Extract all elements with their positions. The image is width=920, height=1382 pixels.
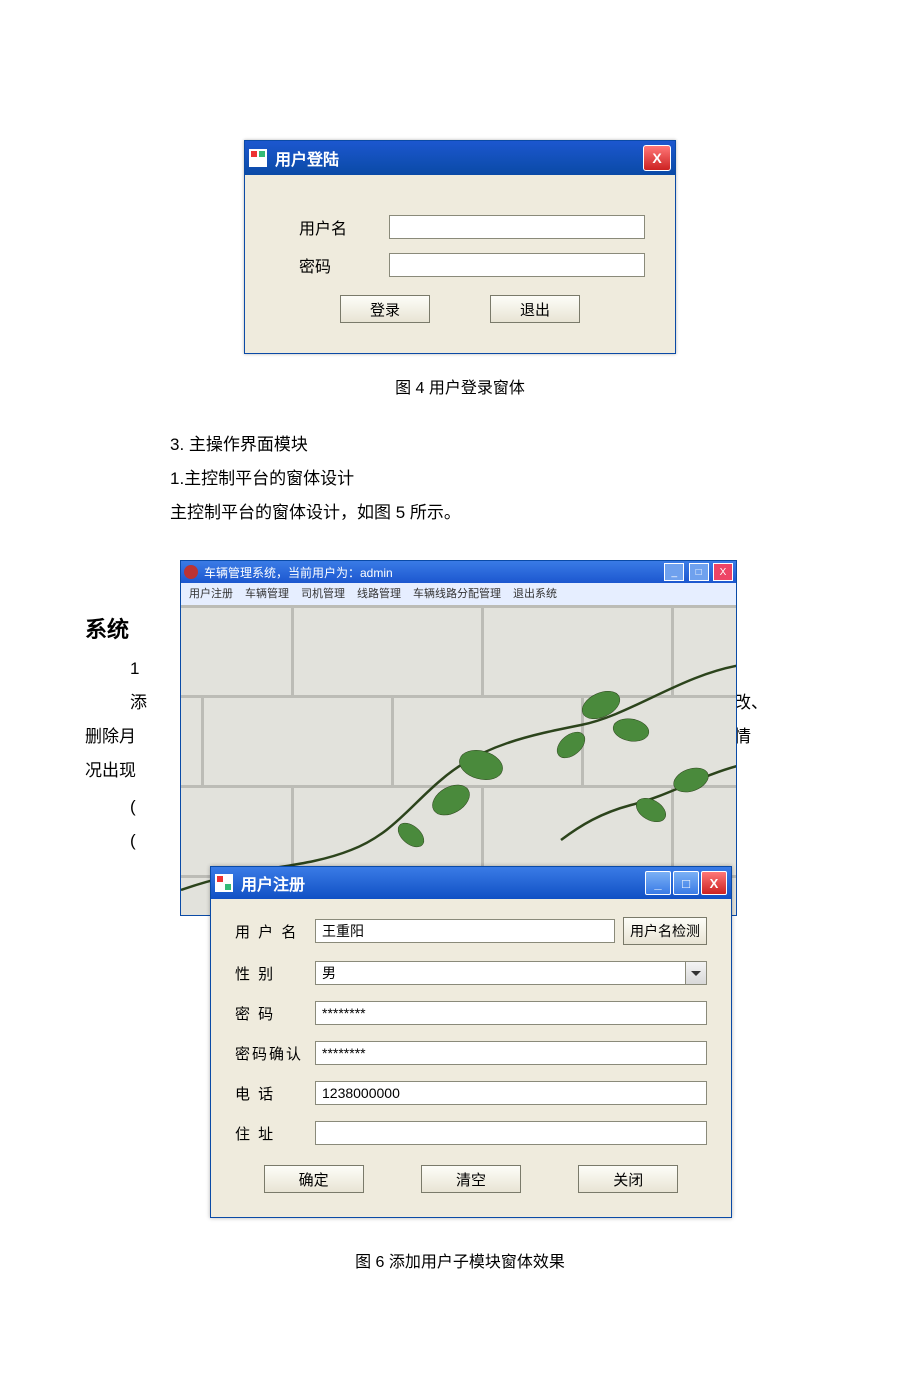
register-title: 用户注册 — [241, 871, 305, 895]
register-titlebar[interactable]: 用户注册 _ □ X — [211, 867, 731, 899]
close-button[interactable]: 关闭 — [578, 1165, 678, 1193]
main-title: 车辆管理系统，当前用户为：admin — [204, 564, 393, 581]
maximize-icon[interactable]: □ — [673, 871, 699, 895]
bg-text-5a: 况出现 — [85, 754, 136, 788]
bg-text-heading: 系统 — [85, 608, 129, 652]
password-label: 密码 — [275, 253, 389, 277]
maximize-icon[interactable]: □ — [689, 563, 709, 581]
exit-button[interactable]: 退出 — [490, 295, 580, 323]
addr-input[interactable] — [315, 1121, 707, 1145]
main-window: 车辆管理系统，当前用户为：admin _ □ X 用户注册 车辆管理 司机管理 … — [180, 560, 737, 916]
doc-line-1: 3. 主操作界面模块 — [170, 428, 880, 462]
addr-label: 住 址 — [235, 1123, 315, 1144]
menu-item[interactable]: 退出系统 — [513, 585, 557, 603]
minimize-icon[interactable]: _ — [664, 563, 684, 581]
password2-input[interactable] — [315, 1041, 707, 1065]
main-menubar: 用户注册 车辆管理 司机管理 线路管理 车辆线路分配管理 退出系统 — [181, 583, 736, 605]
login-title: 用户登陆 — [275, 146, 339, 170]
login-window: 用户登陆 X 用户名 密码 登录 退出 — [244, 140, 676, 354]
login-body: 用户名 密码 登录 退出 — [245, 175, 675, 353]
bg-text-7: ( — [130, 824, 136, 858]
app-icon — [249, 149, 267, 167]
app-icon — [184, 565, 198, 579]
password-label: 密 码 — [235, 1003, 315, 1024]
check-name-button[interactable]: 用户名检测 — [623, 917, 707, 945]
username-label: 用户名 — [275, 215, 389, 239]
username-input[interactable] — [389, 215, 645, 239]
bg-text-4a: 删除月 — [85, 720, 136, 754]
doc-line-2: 1.主控制平台的窗体设计 — [170, 462, 880, 496]
figure6-caption: 图 6 添加用户子模块窗体效果 — [40, 1248, 880, 1272]
password-input[interactable] — [315, 1001, 707, 1025]
sex-label: 性 别 — [235, 963, 315, 984]
close-icon[interactable]: X — [643, 145, 671, 171]
password2-label: 密码确认 — [235, 1043, 315, 1064]
bg-text-3a: 添 — [130, 686, 147, 720]
register-body: 用 户 名 用户名检测 性 别 密 码 密码确认 电 话 — [211, 899, 731, 1217]
menu-item[interactable]: 线路管理 — [357, 585, 401, 603]
login-button[interactable]: 登录 — [340, 295, 430, 323]
login-titlebar[interactable]: 用户登陆 X — [245, 141, 675, 175]
register-window: 用户注册 _ □ X 用 户 名 用户名检测 性 别 — [210, 866, 732, 1218]
figure4-caption: 图 4 用户登录窗体 — [40, 374, 880, 398]
tel-input[interactable] — [315, 1081, 707, 1105]
ok-button[interactable]: 确定 — [264, 1165, 364, 1193]
bg-text-6: ( — [130, 790, 136, 824]
menu-item[interactable]: 车辆管理 — [245, 585, 289, 603]
close-icon[interactable]: X — [701, 871, 727, 895]
main-titlebar[interactable]: 车辆管理系统，当前用户为：admin _ □ X — [181, 561, 736, 583]
app-icon — [215, 874, 233, 892]
name-label: 用 户 名 — [235, 921, 315, 942]
menu-item[interactable]: 用户注册 — [189, 585, 233, 603]
close-icon[interactable]: X — [713, 563, 733, 581]
clear-button[interactable]: 清空 — [421, 1165, 521, 1193]
password-input[interactable] — [389, 253, 645, 277]
bg-text-2a: 1 — [130, 652, 139, 686]
menu-item[interactable]: 车辆线路分配管理 — [413, 585, 501, 603]
chevron-down-icon[interactable] — [685, 962, 706, 984]
doc-line-3: 主控制平台的窗体设计，如图 5 所示。 — [170, 496, 880, 530]
name-input[interactable] — [315, 919, 615, 943]
menu-item[interactable]: 司机管理 — [301, 585, 345, 603]
sex-select[interactable] — [315, 961, 707, 985]
minimize-icon[interactable]: _ — [645, 871, 671, 895]
tel-label: 电 话 — [235, 1083, 315, 1104]
